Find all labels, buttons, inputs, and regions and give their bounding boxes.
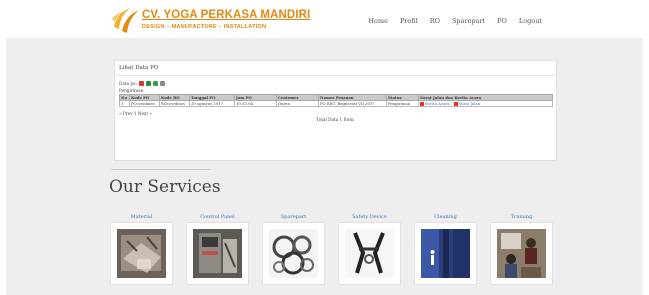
service-card-control-panel[interactable] (186, 222, 249, 285)
nav-profil[interactable]: Profil (400, 17, 418, 25)
table-row: 1 POcowdmes ROcowdmes 29 agustus 2017 10… (119, 100, 553, 107)
service-label-material[interactable]: Material (110, 214, 173, 220)
po-table: No Kode PO Kode RO Tanggal PO Jam PO Cus… (119, 94, 553, 107)
panel-title: Lihat Data PO (115, 61, 556, 76)
training-photo-icon (497, 229, 546, 278)
site-header: CV. YOGA PERKASA MANDIRI DESIGN – MANUFA… (0, 0, 649, 38)
cell-kode-po: POcowdmes (129, 100, 160, 107)
excel-export-icon[interactable] (145, 81, 151, 86)
services-title: Our Services (109, 177, 221, 197)
pdf-export-icon[interactable] (138, 81, 144, 86)
cell-nomor-pesanan: PO REG_Registrasi VII 2017 (318, 100, 387, 107)
service-card-training[interactable] (490, 222, 553, 285)
table-subtitle: Pengiriman (119, 88, 144, 93)
control-panel-photo-icon (193, 229, 242, 278)
data-label: Data po: (119, 81, 137, 86)
cell-jam-po: 10.53.04 (234, 100, 277, 107)
nav-po[interactable]: PO (497, 17, 507, 25)
pdf-icon (420, 102, 424, 106)
service-label-cleaning[interactable]: Cleaning (414, 214, 477, 220)
company-name: CV. YOGA PERKASA MANDIRI (142, 9, 311, 21)
cell-status: Pengiriman (386, 100, 419, 107)
total-count: Total Data 1 Item. (316, 117, 355, 122)
surat-jalan-link[interactable]: Surat Jalan (459, 102, 481, 106)
berita-acara-link[interactable]: Berita Acara (425, 102, 449, 106)
cell-customer: Duren (276, 100, 319, 107)
company-tagline: DESIGN – MANUFACTURE – INSTALLATION (142, 24, 267, 30)
main-nav: Home Profil RO Sparepart PO Logout (368, 17, 542, 25)
safety-device-photo-icon (345, 229, 394, 278)
service-card-sparepart[interactable] (262, 222, 325, 285)
csv-export-icon[interactable] (152, 81, 158, 86)
nav-ro[interactable]: RO (430, 17, 440, 25)
nav-home[interactable]: Home (368, 17, 388, 25)
pagination[interactable]: « Prev 1 Next » (119, 111, 152, 116)
service-card-safety-device[interactable] (338, 222, 401, 285)
cell-kode-ro: ROcowdmes (159, 100, 190, 107)
service-label-safety-device[interactable]: Safety Device (338, 214, 401, 220)
section-divider (111, 169, 211, 170)
service-card-cleaning[interactable] (414, 222, 477, 285)
service-card-material[interactable] (110, 222, 173, 285)
service-label-training[interactable]: Training (490, 214, 553, 220)
print-icon[interactable] (159, 81, 165, 86)
content-section: Lihat Data PO Data po: Pengiriman No Kod… (6, 38, 643, 295)
cell-no: 1 (119, 100, 130, 107)
cell-tanggal-po: 29 agustus 2017 (189, 100, 235, 107)
nav-logout[interactable]: Logout (519, 17, 542, 25)
sparepart-photo-icon (269, 229, 318, 278)
pdf-icon (453, 102, 458, 106)
po-panel: Lihat Data PO Data po: Pengiriman No Kod… (114, 60, 557, 161)
cell-documents: Berita Acara Surat Jalan (418, 100, 553, 107)
export-toolbar: Data po: (119, 81, 165, 86)
cleaning-photo-icon (421, 229, 470, 278)
logo-mark-icon (112, 8, 139, 33)
service-label-control-panel[interactable]: Control Panel (186, 214, 249, 220)
nav-sparepart[interactable]: Sparepart (452, 17, 485, 25)
service-label-sparepart[interactable]: Sparepart (262, 214, 325, 220)
material-photo-icon (117, 229, 166, 278)
company-logo[interactable]: CV. YOGA PERKASA MANDIRI DESIGN – MANUFA… (110, 5, 310, 35)
